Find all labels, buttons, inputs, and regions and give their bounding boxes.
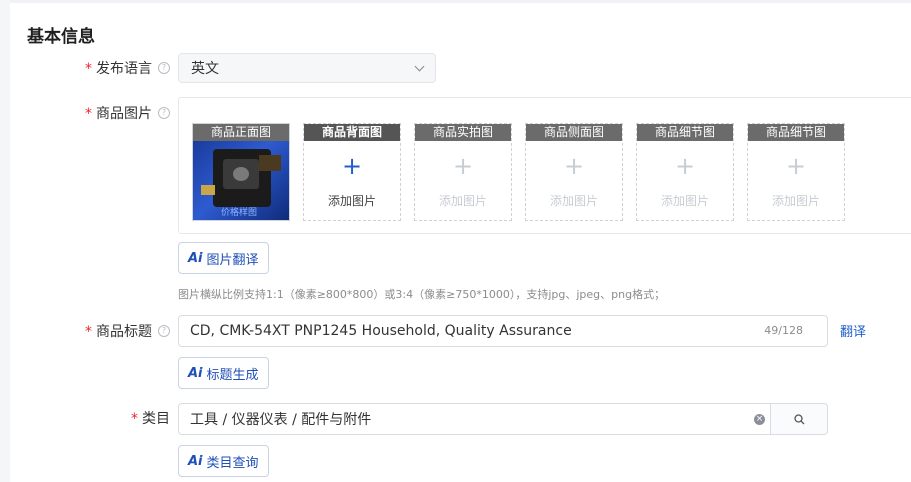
required-mark: * <box>85 106 92 122</box>
add-image-text: 添加图片 <box>327 194 376 208</box>
language-label: 发布语言 <box>96 61 152 77</box>
image-slot-side[interactable]: 商品侧面图 + 添加图片 <box>525 123 623 221</box>
image-translate-label: 图片翻译 <box>206 252 259 268</box>
images-label: 商品图片 <box>96 106 152 122</box>
section-title: 基本信息 <box>27 27 95 47</box>
help-icon[interactable]: ? <box>158 107 170 119</box>
plus-icon: + <box>785 152 807 180</box>
language-label-wrap: * 发布语言 ? <box>0 58 170 78</box>
language-select-value: 英文 <box>191 61 219 77</box>
image-slot-caption: 商品细节图 <box>637 124 733 141</box>
photo-watermark: 价格样图 <box>221 208 258 218</box>
top-divider <box>0 0 911 3</box>
image-translate-button[interactable]: Ai 图片翻译 <box>178 242 269 274</box>
category-search-button[interactable] <box>770 404 827 434</box>
title-generate-label: 标题生成 <box>206 367 259 383</box>
title-label-wrap: * 商品标题 ? <box>0 321 170 341</box>
image-slot-detail-2[interactable]: 商品细节图 + 添加图片 <box>747 123 845 221</box>
chevron-down-icon <box>414 61 425 72</box>
required-mark: * <box>131 411 138 427</box>
required-mark: * <box>85 324 92 340</box>
title-input-value: CD, CMK-54XT PNP1245 Household, Quality … <box>190 323 572 339</box>
required-mark: * <box>85 61 92 77</box>
plus-icon: + <box>341 152 363 180</box>
category-query-button[interactable]: Ai 类目查询 <box>178 445 269 477</box>
product-photo[interactable]: 价格样图 <box>193 141 289 220</box>
title-input[interactable]: CD, CMK-54XT PNP1245 Household, Quality … <box>178 315 828 347</box>
image-slot-caption: 商品侧面图 <box>526 124 622 141</box>
images-label-wrap: * 商品图片 ? <box>0 103 170 123</box>
category-input[interactable]: 工具 / 仪器仪表 / 配件与附件 × <box>178 403 828 435</box>
plus-icon: + <box>674 152 696 180</box>
category-value: 工具 / 仪器仪表 / 配件与附件 <box>190 412 372 428</box>
image-slot-caption: 商品背面图 <box>304 124 400 141</box>
ai-icon: Ai <box>188 365 203 381</box>
add-image-text: 添加图片 <box>660 194 709 208</box>
image-upload-area: 商品正面图 价格样图 商品背面图 + 添加图片 商品实拍图 + 添加图片 商品侧… <box>178 97 911 234</box>
plus-icon: + <box>452 152 474 180</box>
image-slot-detail-1[interactable]: 商品细节图 + 添加图片 <box>636 123 734 221</box>
title-generate-button[interactable]: Ai 标题生成 <box>178 357 269 389</box>
image-slot-real[interactable]: 商品实拍图 + 添加图片 <box>414 123 512 221</box>
image-slot-caption: 商品细节图 <box>748 124 844 141</box>
plus-icon: + <box>563 152 585 180</box>
add-image-text: 添加图片 <box>549 194 598 208</box>
add-image-text: 添加图片 <box>438 194 487 208</box>
ai-icon: Ai <box>188 250 203 266</box>
clear-icon[interactable]: × <box>754 414 765 425</box>
title-label: 商品标题 <box>96 324 152 340</box>
help-icon[interactable]: ? <box>158 325 170 337</box>
translate-link[interactable]: 翻译 <box>840 321 866 340</box>
image-slot-back[interactable]: 商品背面图 + 添加图片 <box>303 123 401 221</box>
category-label-wrap: * 类目 <box>0 408 170 428</box>
language-select[interactable]: 英文 <box>178 53 436 83</box>
search-icon <box>793 413 804 424</box>
help-icon[interactable]: ? <box>158 62 170 74</box>
category-query-label: 类目查询 <box>206 455 259 471</box>
ai-icon: Ai <box>188 453 203 469</box>
image-hint: 图片横纵比例支持1:1（像素≥800*800）或3:4（像素≥750*1000）… <box>178 288 666 301</box>
char-count: 49/128 <box>764 324 803 337</box>
category-label: 类目 <box>142 411 170 427</box>
add-image-text: 添加图片 <box>771 194 820 208</box>
image-slot-caption: 商品实拍图 <box>415 124 511 141</box>
image-slot-front[interactable]: 商品正面图 价格样图 <box>192 123 290 221</box>
image-slot-caption: 商品正面图 <box>193 124 289 141</box>
